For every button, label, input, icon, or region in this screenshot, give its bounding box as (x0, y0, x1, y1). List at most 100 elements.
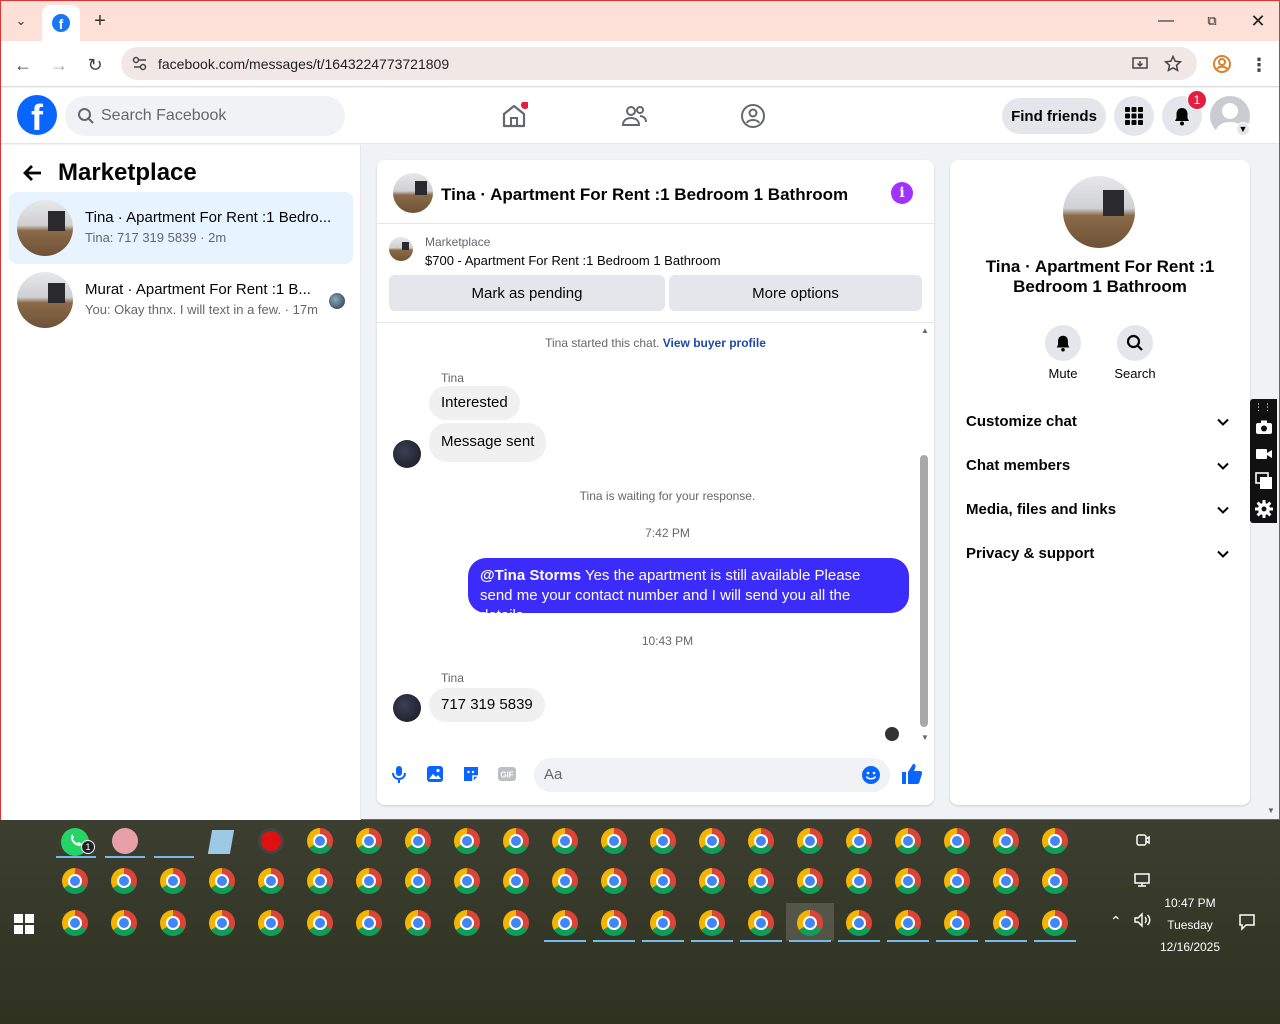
chrome-window-icon[interactable] (503, 868, 529, 894)
customize-chat-section[interactable]: Customize chat (966, 413, 1234, 443)
chrome-window-icon[interactable] (993, 868, 1019, 894)
chrome-window-icon[interactable] (748, 868, 774, 894)
chrome-window-icon[interactable] (944, 910, 970, 936)
listing-title[interactable]: $700 - Apartment For Rent :1 Bedroom 1 B… (425, 253, 721, 268)
chrome-window-icon[interactable] (699, 828, 725, 854)
chrome-window-icon[interactable] (846, 910, 872, 936)
chrome-window-icon[interactable] (209, 868, 235, 894)
chevron-down-icon[interactable]: ▼ (1236, 122, 1250, 136)
more-options-button[interactable]: More options (669, 275, 922, 311)
message-bubble[interactable]: Message sent (429, 423, 547, 462)
chrome-window-icon[interactable] (454, 868, 480, 894)
chrome-window-icon[interactable] (307, 868, 333, 894)
system-clock[interactable]: 10:47 PM Tuesday 12/16/2025 (1150, 892, 1230, 958)
sender-avatar[interactable] (393, 440, 421, 468)
listing-thumbnail[interactable] (389, 237, 413, 261)
chrome-window-icon[interactable] (503, 910, 529, 936)
chat-members-section[interactable]: Chat members (966, 457, 1234, 487)
reload-button[interactable]: ↻ (84, 54, 106, 76)
chrome-window-icon[interactable] (209, 910, 235, 936)
new-tab-button[interactable]: + (87, 9, 113, 33)
chat-title[interactable]: Tina · Apartment For Rent :1 Bedroom 1 B… (441, 185, 848, 205)
notepad-icon[interactable] (207, 830, 235, 854)
restore-button[interactable]: ⧉ (1197, 9, 1227, 33)
install-app-icon[interactable] (1131, 55, 1149, 73)
forward-button[interactable]: → (48, 54, 70, 76)
chrome-window-icon[interactable] (650, 828, 676, 854)
chrome-window-icon[interactable] (993, 828, 1019, 854)
page-scroll-down-icon[interactable]: ▼ (1267, 806, 1275, 815)
chrome-window-icon[interactable] (1042, 868, 1068, 894)
chrome-window-icon[interactable] (895, 910, 921, 936)
windows-icon[interactable] (1255, 472, 1273, 490)
chrome-window-icon[interactable] (944, 868, 970, 894)
chrome-window-icon[interactable] (650, 868, 676, 894)
chrome-window-icon[interactable] (258, 910, 284, 936)
scroll-up-icon[interactable]: ▲ (921, 326, 929, 335)
chrome-window-icon[interactable] (699, 868, 725, 894)
privacy-support-section[interactable]: Privacy & support (966, 545, 1234, 575)
chrome-window-icon[interactable] (797, 910, 823, 936)
mention[interactable]: @Tina Storms (480, 567, 581, 584)
volume-icon[interactable] (1133, 912, 1151, 928)
chrome-window-icon[interactable] (454, 910, 480, 936)
home-icon[interactable] (500, 102, 528, 130)
chrome-window-icon[interactable] (846, 828, 872, 854)
chrome-window-icon[interactable] (405, 828, 431, 854)
chrome-window-icon[interactable] (405, 910, 431, 936)
facebook-logo[interactable]: f (17, 95, 57, 135)
conversation-item[interactable]: Tina · Apartment For Rent :1 Bedro... Ti… (9, 192, 353, 264)
sender-avatar[interactable] (393, 694, 421, 722)
windows-start-icon[interactable] (14, 914, 34, 934)
chrome-window-icon[interactable] (748, 828, 774, 854)
show-hidden-icons-icon[interactable]: ⌃ (1110, 913, 1122, 930)
tab-search-button[interactable]: ⌄ (8, 9, 34, 33)
chrome-window-icon[interactable] (111, 868, 137, 894)
chrome-window-icon[interactable] (356, 868, 382, 894)
thumbs-up-icon[interactable] (900, 762, 924, 786)
chrome-window-icon[interactable] (944, 828, 970, 854)
back-button[interactable]: ← (12, 54, 34, 76)
message-bubble[interactable]: Interested (429, 386, 520, 420)
more-icon[interactable]: ⋮⋮ (1254, 402, 1272, 413)
camera-icon[interactable] (1255, 419, 1273, 435)
chrome-window-icon[interactable] (552, 868, 578, 894)
chrome-window-icon[interactable] (454, 828, 480, 854)
chrome-window-icon[interactable] (601, 868, 627, 894)
conversation-item[interactable]: Murat · Apartment For Rent :1 B... You: … (9, 264, 353, 336)
chrome-window-icon[interactable] (699, 910, 725, 936)
emoji-icon[interactable] (861, 765, 881, 785)
chrome-window-icon[interactable] (1042, 828, 1068, 854)
meet-now-icon[interactable] (1135, 832, 1151, 848)
find-friends-button[interactable]: Find friends (1002, 98, 1106, 134)
bookmark-star-icon[interactable] (1164, 55, 1182, 73)
scrollbar-thumb[interactable] (920, 455, 928, 727)
view-buyer-profile-link[interactable]: View buyer profile (663, 336, 766, 350)
chrome-window-icon[interactable] (356, 828, 382, 854)
chrome-window-icon[interactable] (62, 868, 88, 894)
back-arrow-icon[interactable] (23, 163, 43, 183)
video-icon[interactable] (1255, 446, 1273, 462)
my-message-bubble[interactable]: @Tina Storms Yes the apartment is still … (468, 558, 909, 624)
chrome-window-icon[interactable] (258, 868, 284, 894)
chrome-window-icon[interactable] (62, 910, 88, 936)
record-icon[interactable] (258, 828, 284, 854)
chrome-window-icon[interactable] (503, 828, 529, 854)
photo-icon[interactable] (425, 764, 445, 784)
media-files-links-section[interactable]: Media, files and links (966, 501, 1234, 531)
chrome-window-icon[interactable] (160, 868, 186, 894)
chrome-window-icon[interactable] (846, 868, 872, 894)
network-icon[interactable] (1133, 872, 1151, 888)
chrome-window-icon[interactable] (552, 910, 578, 936)
chrome-window-icon[interactable] (650, 910, 676, 936)
settings-gear-icon[interactable] (1254, 499, 1274, 519)
chrome-window-icon[interactable] (160, 910, 186, 936)
chrome-window-icon[interactable] (748, 910, 774, 936)
chrome-window-icon[interactable] (993, 910, 1019, 936)
scroll-down-icon[interactable]: ▼ (921, 733, 929, 742)
friends-icon[interactable] (620, 102, 648, 130)
menu-button[interactable] (1114, 96, 1154, 136)
search-input[interactable]: Search Facebook (65, 96, 345, 136)
search-in-chat-button[interactable] (1117, 325, 1153, 361)
info-icon[interactable]: i (891, 182, 913, 204)
